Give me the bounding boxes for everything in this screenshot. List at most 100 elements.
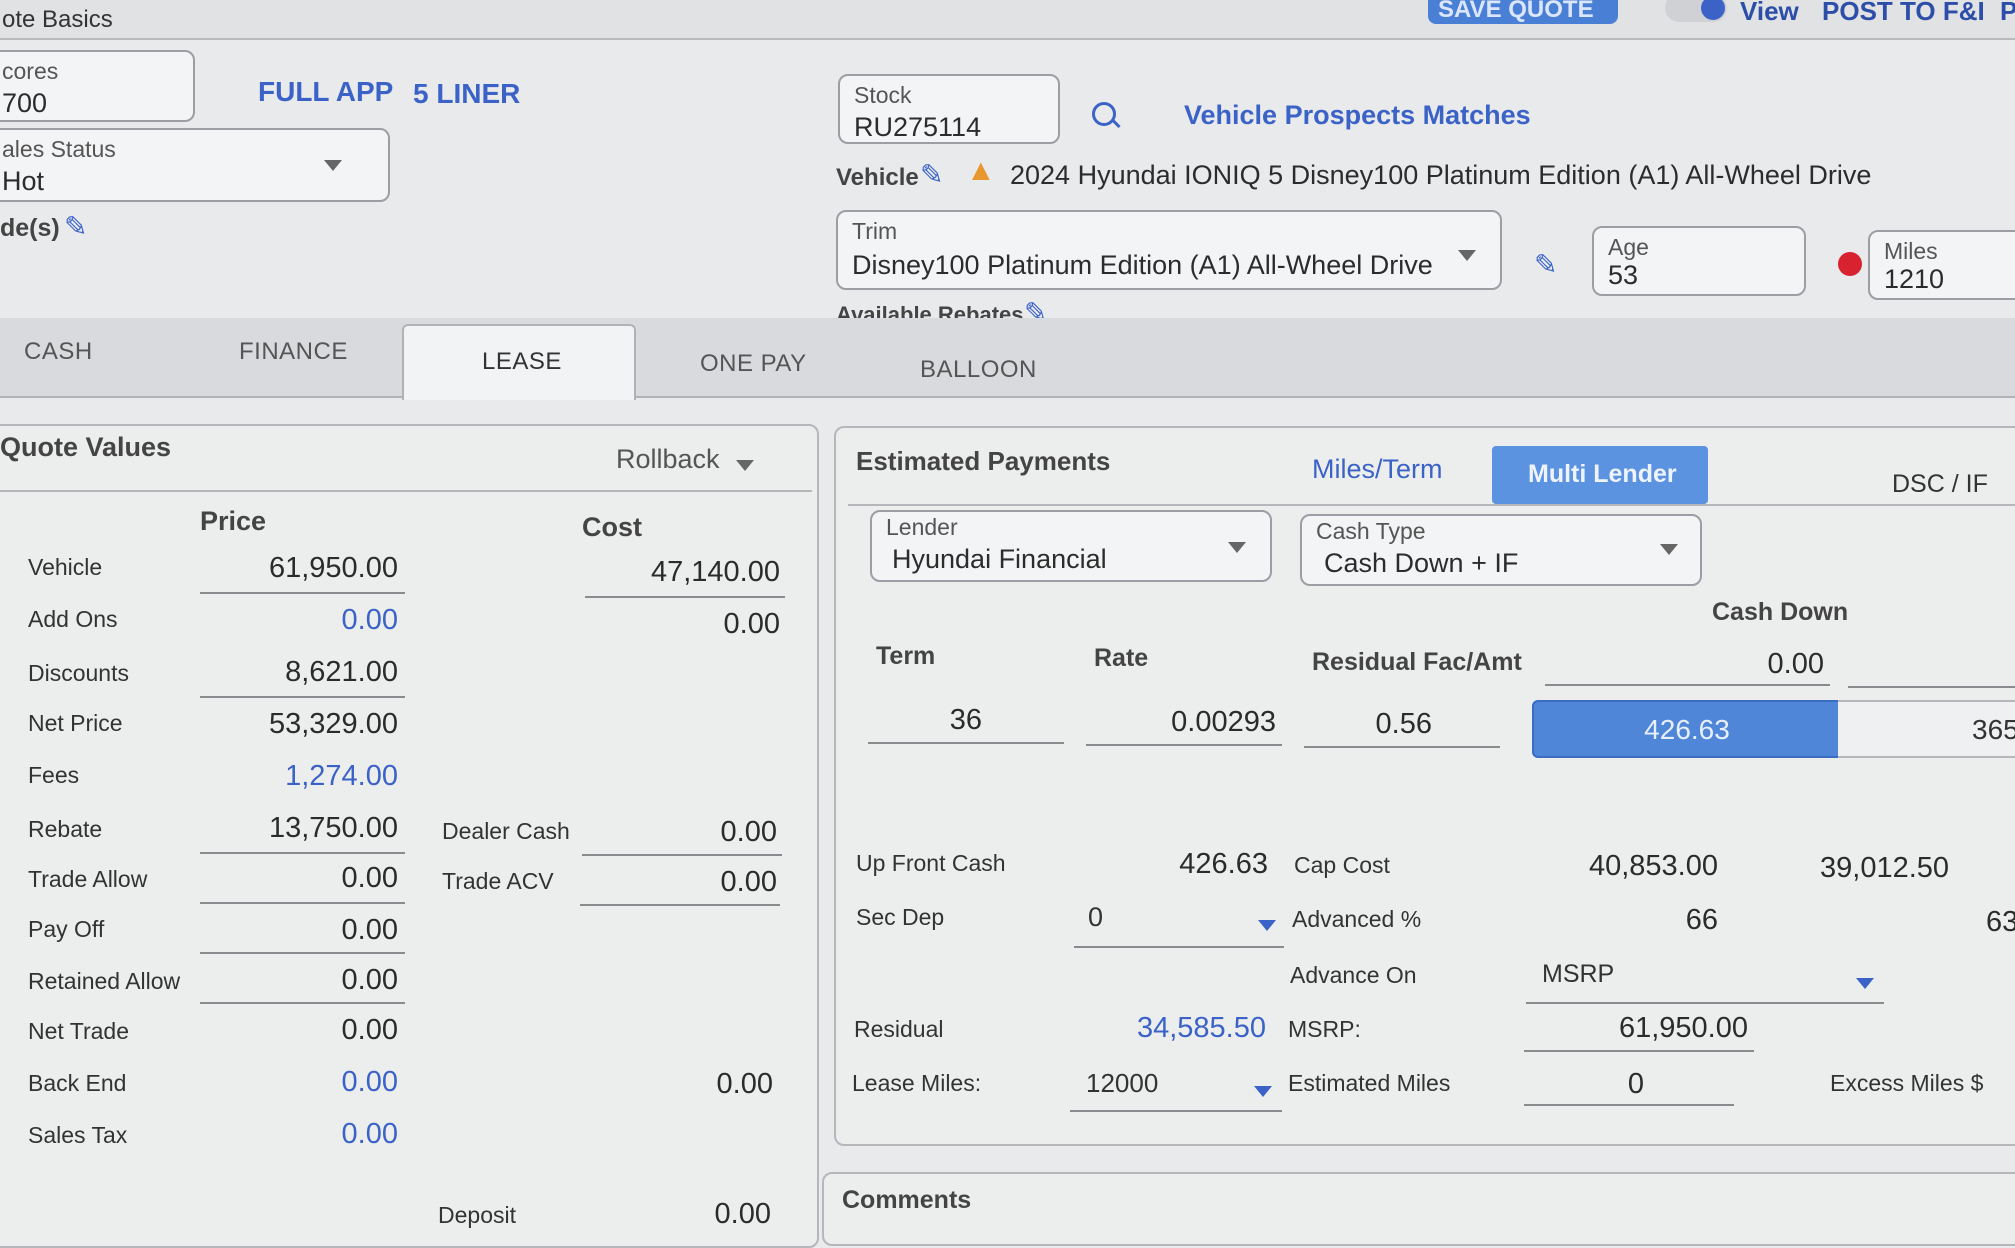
chevron-down-icon	[324, 160, 342, 171]
rate-header: Rate	[1094, 644, 1149, 672]
edit-vehicle-icon[interactable]: ✎	[920, 158, 943, 191]
vehicle-cost-input[interactable]: 47,140.00	[585, 556, 780, 589]
advance-on-select[interactable]: MSRP	[1526, 956, 1884, 1004]
stock-value: RU275114	[854, 112, 982, 142]
cash-type-label: Cash Type	[1316, 518, 1426, 544]
view-link[interactable]: View	[1740, 0, 1799, 27]
payment-option-selected[interactable]: 426.63	[1532, 700, 1842, 758]
rate-input[interactable]: 0.00293	[1086, 706, 1276, 739]
stop-indicator-icon	[1838, 252, 1862, 276]
multi-lender-button[interactable]: Multi Lender	[1492, 446, 1708, 504]
quote-values-divider	[0, 490, 812, 492]
dealer-cash-input[interactable]: 0.00	[585, 816, 777, 849]
pay-off-input[interactable]: 0.00	[200, 914, 398, 947]
advanced-pct-value-alt: 63	[1986, 906, 2015, 938]
chevron-down-icon	[1254, 1086, 1272, 1097]
rebate-input[interactable]: 13,750.00	[200, 812, 398, 845]
rollback-select[interactable]: Rollback	[616, 444, 766, 480]
back-end-link[interactable]: 0.00	[200, 1066, 398, 1099]
discounts-input[interactable]: 8,621.00	[200, 656, 398, 689]
excess-miles-label: Excess Miles $	[1830, 1070, 1984, 1096]
trim-value: Disney100 Platinum Edition (A1) All-Whee…	[852, 250, 1433, 280]
five-liner-link[interactable]: 5 LINER	[413, 78, 520, 110]
trade-acv-input[interactable]: 0.00	[585, 866, 777, 899]
tab-cash[interactable]: CASH	[0, 318, 175, 396]
lender-value: Hyundai Financial	[892, 544, 1107, 574]
trade-allow-input[interactable]: 0.00	[200, 862, 398, 895]
lender-select[interactable]: Lender Hyundai Financial	[870, 510, 1272, 582]
cap-cost-value-alt: 39,012.50	[1820, 852, 1950, 884]
advanced-pct-value: 66	[1685, 904, 1718, 936]
estimated-payments-divider	[848, 504, 2015, 506]
sec-dep-select[interactable]: 0	[1074, 900, 1284, 948]
sec-dep-label: Sec Dep	[856, 904, 945, 930]
tab-one-pay[interactable]: ONE PAY	[640, 318, 840, 396]
fees-link[interactable]: 1,274.00	[200, 760, 398, 793]
full-app-link[interactable]: FULL APP	[258, 76, 393, 108]
residual-amount-link[interactable]: 34,585.50	[1100, 1012, 1266, 1045]
cash-type-select[interactable]: Cash Type Cash Down + IF	[1300, 514, 1702, 586]
cap-cost-value: 40,853.00	[1588, 850, 1718, 882]
estimated-payments-title: Estimated Payments	[856, 446, 1111, 476]
residual-header: Residual Fac/Amt	[1312, 648, 1522, 676]
cash-down-label: Cash Down	[1712, 598, 1849, 626]
save-quote-button[interactable]: SAVE QUOTE	[1428, 0, 1618, 24]
tab-finance[interactable]: FINANCE	[195, 318, 395, 396]
lender-label: Lender	[886, 514, 958, 540]
up-front-cash-value: 426.63	[1179, 848, 1268, 880]
edit-trim-icon[interactable]: ✎	[1534, 248, 1557, 281]
estimated-miles-label: Estimated Miles	[1288, 1070, 1451, 1096]
advance-on-label: Advance On	[1290, 962, 1417, 988]
msrp-input[interactable]: 61,950.00	[1530, 1012, 1748, 1045]
cost-header: Cost	[582, 512, 642, 542]
miles-term-link[interactable]: Miles/Term	[1312, 454, 1443, 485]
add-ons-price-link[interactable]: 0.00	[200, 604, 398, 637]
payment-option[interactable]: 365	[1838, 700, 2015, 758]
chevron-down-icon	[1258, 920, 1276, 931]
estimated-miles-input[interactable]: 0	[1526, 1068, 1644, 1101]
cash-type-value: Cash Down + IF	[1324, 548, 1519, 578]
dsc-if-select[interactable]: DSC / IF	[1892, 470, 1988, 499]
deposit-value: 0.00	[714, 1198, 771, 1230]
sales-status-label: ales Status	[2, 136, 116, 162]
add-ons-cost: 0.00	[723, 608, 780, 640]
view-toggle[interactable]	[1665, 0, 1727, 22]
tab-lease[interactable]: LEASE	[402, 324, 636, 400]
lease-miles-select[interactable]: 12000	[1070, 1064, 1282, 1112]
lease-miles-label: Lease Miles:	[852, 1070, 982, 1096]
chevron-down-icon	[1856, 978, 1874, 989]
trim-select[interactable]: Trim Disney100 Platinum Edition (A1) All…	[836, 210, 1502, 290]
miles-label: Miles	[1884, 238, 1938, 264]
term-header: Term	[876, 642, 936, 670]
age-label: Age	[1608, 234, 1649, 260]
term-input[interactable]: 36	[868, 704, 982, 737]
scores-label: cores	[2, 58, 59, 84]
cash-down-input[interactable]: 0.00	[1548, 648, 1824, 681]
residual-factor-input[interactable]: 0.56	[1304, 708, 1432, 741]
trim-label: Trim	[852, 218, 898, 244]
age-value: 53	[1608, 260, 1639, 290]
cap-cost-label: Cap Cost	[1294, 852, 1390, 878]
price-header: Price	[200, 506, 267, 536]
sales-tax-link[interactable]: 0.00	[200, 1118, 398, 1151]
chevron-down-icon	[1228, 542, 1246, 553]
chevron-down-icon	[1660, 544, 1678, 555]
net-price-value: 53,329.00	[268, 708, 398, 740]
overflow-link[interactable]: P	[2000, 0, 2015, 27]
comments-title: Comments	[842, 1186, 972, 1214]
stock-field[interactable]: Stock RU275114	[838, 74, 1060, 144]
edit-trades-icon[interactable]: ✎	[64, 210, 87, 243]
up-front-cash-label: Up Front Cash	[856, 850, 1006, 876]
tab-balloon[interactable]: BALLOON	[880, 318, 1080, 396]
scores-field[interactable]: cores 700	[0, 50, 195, 122]
search-icon[interactable]	[1092, 102, 1121, 129]
vehicle-prospects-link[interactable]: Vehicle Prospects Matches	[1184, 100, 1531, 131]
vehicle-price-input[interactable]: 61,950.00	[200, 552, 398, 585]
trade-acv-label: Trade ACV	[442, 868, 554, 894]
sales-status-select[interactable]: ales Status Hot	[0, 128, 390, 202]
retained-allow-input[interactable]: 0.00	[200, 964, 398, 997]
post-to-fi-link[interactable]: POST TO F&I	[1822, 0, 1985, 27]
trades-label: de(s)	[0, 214, 60, 242]
vehicle-label: Vehicle	[836, 164, 919, 191]
stock-label: Stock	[854, 82, 912, 108]
